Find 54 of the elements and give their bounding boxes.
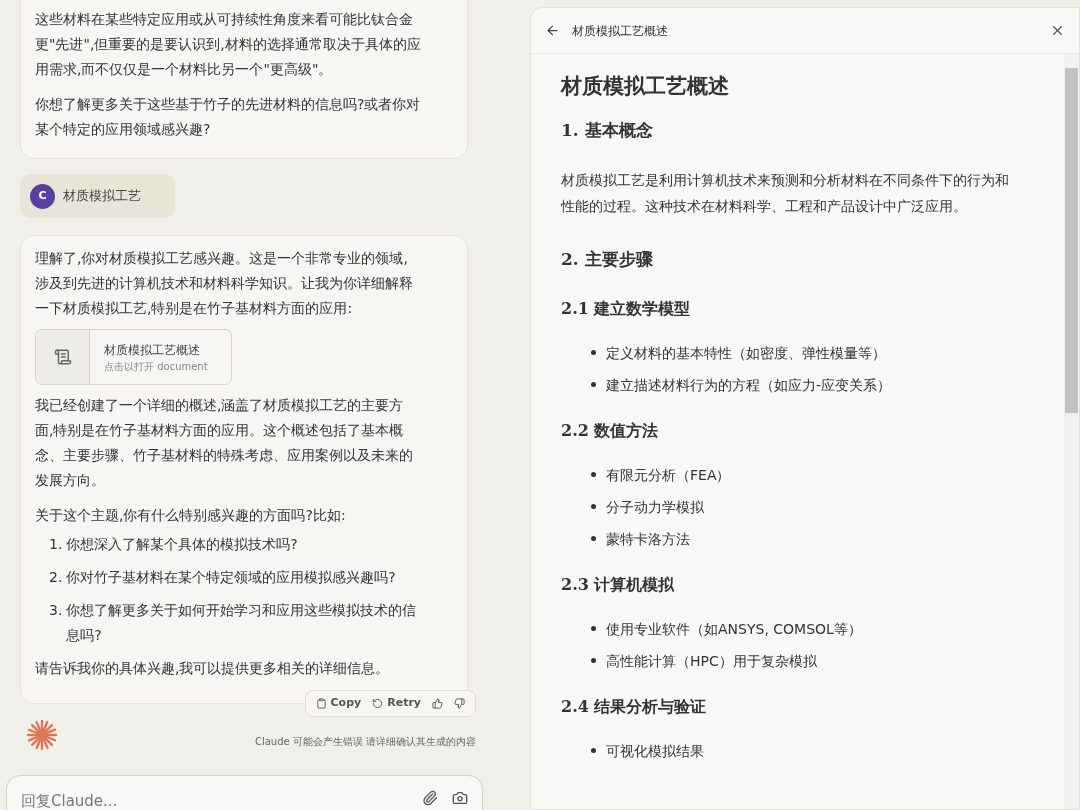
document-paragraph: 材质模拟工艺是利用计算机技术来预测和分析材料在不同条件下的行为和性能的过程。这种技术在材料科学、工程和产品设计中广泛应用。 <box>561 171 1010 216</box>
list-item-text: 蒙特卡洛方法 <box>606 529 690 549</box>
list-item-text: 分子动力学模拟 <box>606 497 704 517</box>
copy-button[interactable]: Copy <box>311 695 366 712</box>
bullet-icon <box>591 748 596 753</box>
disclaimer-text: Claude 可能会产生错误 请详细确认其生成的内容 <box>254 735 476 749</box>
retry-button[interactable]: Retry <box>368 695 425 712</box>
list-item-text: 建立描述材料行为的方程（如应力-应变关系） <box>606 375 892 395</box>
retry-icon <box>372 698 384 709</box>
list-number: 3. <box>49 601 63 620</box>
panel-title: 材质模拟工艺概述 <box>572 22 668 40</box>
bullet-icon <box>591 536 596 541</box>
list-item-text: 高性能计算（HPC）用于复杂模拟 <box>606 651 817 671</box>
document-title: 材质模拟工艺概述 <box>561 72 730 100</box>
section-heading: 1. 基本概念 <box>561 118 654 142</box>
message-paragraph: 理解了,你对材质模拟工艺感兴趣。这是一个非常专业的领域,涉及到先进的计算机技术和材料科学知识。让我为你详细解释一下材质模拟工艺,特别是在竹子基材料方面的应用: <box>35 249 414 318</box>
bullet-icon <box>591 472 596 477</box>
list-item-text: 有限元分析（FEA） <box>606 465 731 485</box>
bullet-icon <box>591 350 596 355</box>
list-number: 2. <box>49 568 63 587</box>
subsection-heading: 2.3 计算机模拟 <box>561 573 676 596</box>
list-item-text: 你想深入了解某个具体的模拟技术吗? <box>66 535 298 554</box>
bullet-icon <box>591 626 596 631</box>
message-paragraph: 请告诉我你的具体兴趣,我可以提供更多相关的详细信息。 <box>35 659 391 678</box>
list-number: 1. <box>49 535 63 554</box>
user-avatar: C <box>30 183 55 209</box>
subsection-heading: 2.2 数值方法 <box>561 419 660 442</box>
section-heading: 2. 主要步骤 <box>561 248 654 271</box>
document-icon <box>53 348 72 366</box>
bullet-icon <box>591 382 596 387</box>
camera-icon[interactable] <box>452 790 468 806</box>
list-item-text: 你想了解更多关于如何开始学习和应用这些模拟技术的信息吗? <box>66 601 418 645</box>
list-item-text: 使用专业软件（如ANSYS, COMSOL等） <box>606 619 862 639</box>
message-paragraph: 关于这个主题,你有什么特别感兴趣的方面吗?比如: <box>35 506 347 525</box>
document-card-subtitle: 点击以打开 document <box>104 359 208 374</box>
subsection-heading: 2.1 建立数学模型 <box>561 297 692 320</box>
attach-icon[interactable] <box>422 790 438 806</box>
close-icon[interactable] <box>1050 23 1065 38</box>
document-card[interactable]: 材质模拟工艺概述 点击以打开 document <box>35 329 232 385</box>
clipboard-icon <box>315 698 327 709</box>
list-item-text: 可视化模拟结果 <box>606 741 704 761</box>
reply-input-field[interactable]: 回复Claude... <box>21 790 321 810</box>
asterisk-logo-icon <box>26 719 58 751</box>
list-item-text: 定义材料的基本特性（如密度、弹性模量等） <box>606 343 886 363</box>
user-message-text: 材质模拟工艺 <box>63 187 141 206</box>
subsection-heading: 2.4 结果分析与验证 <box>561 695 708 718</box>
message-paragraph: 你想了解更多关于这些基于竹子的先进材料的信息吗?或者你对某个特定的应用领域感兴趣? <box>35 95 421 139</box>
message-paragraph: 这些材料在某些特定应用或从可持续性角度来看可能比钛合金更"先进",但重要的是要认识到,材料的选择通常取决于具体的应用需求,而不仅仅是一个材料比另一个"更高级"。 <box>35 10 421 79</box>
bullet-icon <box>591 658 596 663</box>
bullet-icon <box>591 504 596 509</box>
back-icon[interactable] <box>545 23 560 38</box>
document-card-title: 材质模拟工艺概述 <box>104 341 200 359</box>
message-paragraph: 我已经创建了一个详细的概述,涵盖了材质模拟工艺的主要方面,特别是在竹子基材料方面的应用。这个概述包括了基本概念、主要步骤、竹子基材料的特殊考虑、应用案例以及未来的发展方向。 <box>35 396 414 490</box>
list-item-text: 你对竹子基材料在某个特定领域的应用模拟感兴趣吗? <box>66 568 396 587</box>
